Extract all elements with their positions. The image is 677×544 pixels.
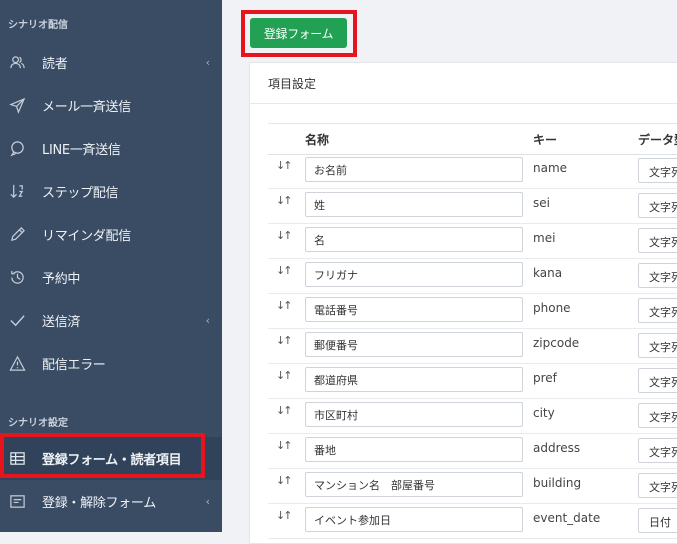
data-type-select[interactable]: 文字列 (638, 193, 677, 218)
send-icon (8, 97, 26, 115)
table-row: ↓↑ address 文字列 (268, 433, 677, 469)
drag-handle-icon[interactable]: ↓↑ (276, 229, 293, 242)
field-key: pref (533, 371, 557, 385)
drag-handle-icon[interactable]: ↓↑ (276, 404, 293, 417)
field-name-input[interactable] (305, 262, 523, 287)
data-type-select[interactable]: 文字列 (638, 333, 677, 358)
data-type-select[interactable]: 文字列 (638, 438, 677, 463)
field-key: mei (533, 231, 556, 245)
field-settings-panel: 項目設定 名称 キー データ型 ↓↑ name 文字列 ↓↑ sei 文字列 ↓… (249, 62, 677, 544)
data-type-select[interactable]: 文字列 (638, 473, 677, 498)
section-title-scenario-delivery: シナリオ配信 (8, 20, 68, 31)
chat-bubble-icon (8, 140, 26, 158)
sidebar-item-sent[interactable]: 送信済 ‹ (0, 299, 222, 342)
sidebar-item-label: 配信エラー (42, 358, 106, 373)
table-row: ↓↑ phone 文字列 (268, 293, 677, 329)
field-name-input[interactable] (305, 507, 523, 532)
sidebar-item-label: ステップ配信 (42, 186, 119, 201)
field-key: phone (533, 301, 571, 315)
sidebar-item-label: 登録・解除フォーム (42, 496, 156, 511)
field-key: event_date (533, 511, 601, 525)
field-key: sei (533, 196, 550, 210)
drag-handle-icon[interactable]: ↓↑ (276, 474, 293, 487)
pencil-icon (8, 226, 26, 244)
sidebar-item-delivery-error[interactable]: 配信エラー (0, 342, 222, 385)
sidebar-item-line-broadcast[interactable]: LINE一斉送信 (0, 127, 222, 170)
table-row: ↓↑ event_date 日付 (268, 503, 677, 539)
sidebar-item-label: 登録フォーム・読者項目 (42, 453, 182, 468)
field-name-input[interactable] (305, 332, 523, 357)
drag-handle-icon[interactable]: ↓↑ (276, 334, 293, 347)
sidebar-item-subscribe-unsubscribe-form[interactable]: 登録・解除フォーム ‹ (0, 480, 222, 523)
sidebar-item-readers[interactable]: 読者 ‹ (0, 41, 222, 84)
field-key: city (533, 406, 555, 420)
sidebar-item-reserved[interactable]: 予約中 (0, 256, 222, 299)
field-name-input[interactable] (305, 472, 523, 497)
drag-handle-icon[interactable]: ↓↑ (276, 264, 293, 277)
users-icon (8, 54, 26, 72)
history-icon (8, 269, 26, 287)
sidebar: シナリオ配信 読者 ‹ メール一斉送信 LINE一斉送信 ステップ配信 リマイン… (0, 0, 222, 532)
field-name-input[interactable] (305, 367, 523, 392)
field-key: building (533, 476, 582, 490)
drag-handle-icon[interactable]: ↓↑ (276, 299, 293, 312)
drag-handle-icon[interactable]: ↓↑ (276, 194, 293, 207)
field-key: zipcode (533, 336, 580, 350)
sidebar-item-label: 送信済 (42, 315, 81, 330)
data-type-select[interactable]: 文字列 (638, 228, 677, 253)
field-key: name (533, 161, 568, 175)
sidebar-item-label: 読者 (42, 57, 68, 72)
sidebar-item-label: リマインダ配信 (42, 229, 131, 244)
table-icon (8, 450, 26, 468)
table-row: ↓↑ name 文字列 (268, 153, 677, 189)
table-row: ↓↑ zipcode 文字列 (268, 328, 677, 364)
data-type-select[interactable]: 文字列 (638, 263, 677, 288)
data-type-select[interactable]: 日付 (638, 508, 677, 533)
table-header: 名称 キー データ型 (268, 123, 677, 155)
sort-numeric-icon (8, 183, 26, 201)
sidebar-item-label: LINE一斉送信 (42, 143, 121, 158)
check-icon (8, 312, 26, 330)
drag-handle-icon[interactable]: ↓↑ (276, 369, 293, 382)
data-type-select[interactable]: 文字列 (638, 158, 677, 183)
data-type-select[interactable]: 文字列 (638, 368, 677, 393)
column-header-type: データ型 (638, 133, 677, 147)
drag-handle-icon[interactable]: ↓↑ (276, 439, 293, 452)
drag-handle-icon[interactable]: ↓↑ (276, 509, 293, 522)
section-title-scenario-settings: シナリオ設定 (8, 418, 68, 429)
sidebar-item-reminder-delivery[interactable]: リマインダ配信 (0, 213, 222, 256)
field-name-input[interactable] (305, 227, 523, 252)
drag-handle-icon[interactable]: ↓↑ (276, 159, 293, 172)
chevron-left-icon: ‹ (205, 314, 210, 327)
field-name-input[interactable] (305, 402, 523, 427)
field-name-input[interactable] (305, 157, 523, 182)
form-icon (8, 493, 26, 511)
data-type-select[interactable]: 文字列 (638, 403, 677, 428)
panel-title: 項目設定 (250, 63, 677, 104)
warning-icon (8, 355, 26, 373)
sidebar-item-registration-form-fields[interactable]: 登録フォーム・読者項目 (0, 437, 222, 480)
field-name-input[interactable] (305, 437, 523, 462)
field-key: kana (533, 266, 563, 280)
registration-form-button[interactable]: 登録フォーム (250, 18, 347, 48)
column-header-key: キー (533, 133, 558, 147)
field-key: address (533, 441, 581, 455)
chevron-left-icon: ‹ (205, 495, 210, 508)
table-row: ↓↑ mei 文字列 (268, 223, 677, 259)
table-row: ↓↑ building 文字列 (268, 468, 677, 504)
column-header-name: 名称 (305, 133, 330, 147)
chevron-left-icon: ‹ (205, 56, 210, 69)
field-name-input[interactable] (305, 297, 523, 322)
table-row: ↓↑ sei 文字列 (268, 188, 677, 224)
field-name-input[interactable] (305, 192, 523, 217)
table-row: ↓↑ city 文字列 (268, 398, 677, 434)
data-type-select[interactable]: 文字列 (638, 298, 677, 323)
sidebar-item-label: メール一斉送信 (42, 100, 131, 115)
sidebar-item-mail-broadcast[interactable]: メール一斉送信 (0, 84, 222, 127)
table-row: ↓↑ pref 文字列 (268, 363, 677, 399)
sidebar-item-label: 予約中 (42, 272, 81, 287)
table-row: ↓↑ kana 文字列 (268, 258, 677, 294)
main-content: 登録フォーム 項目設定 名称 キー データ型 ↓↑ name 文字列 ↓↑ se… (222, 0, 677, 544)
sidebar-item-step-delivery[interactable]: ステップ配信 (0, 170, 222, 213)
